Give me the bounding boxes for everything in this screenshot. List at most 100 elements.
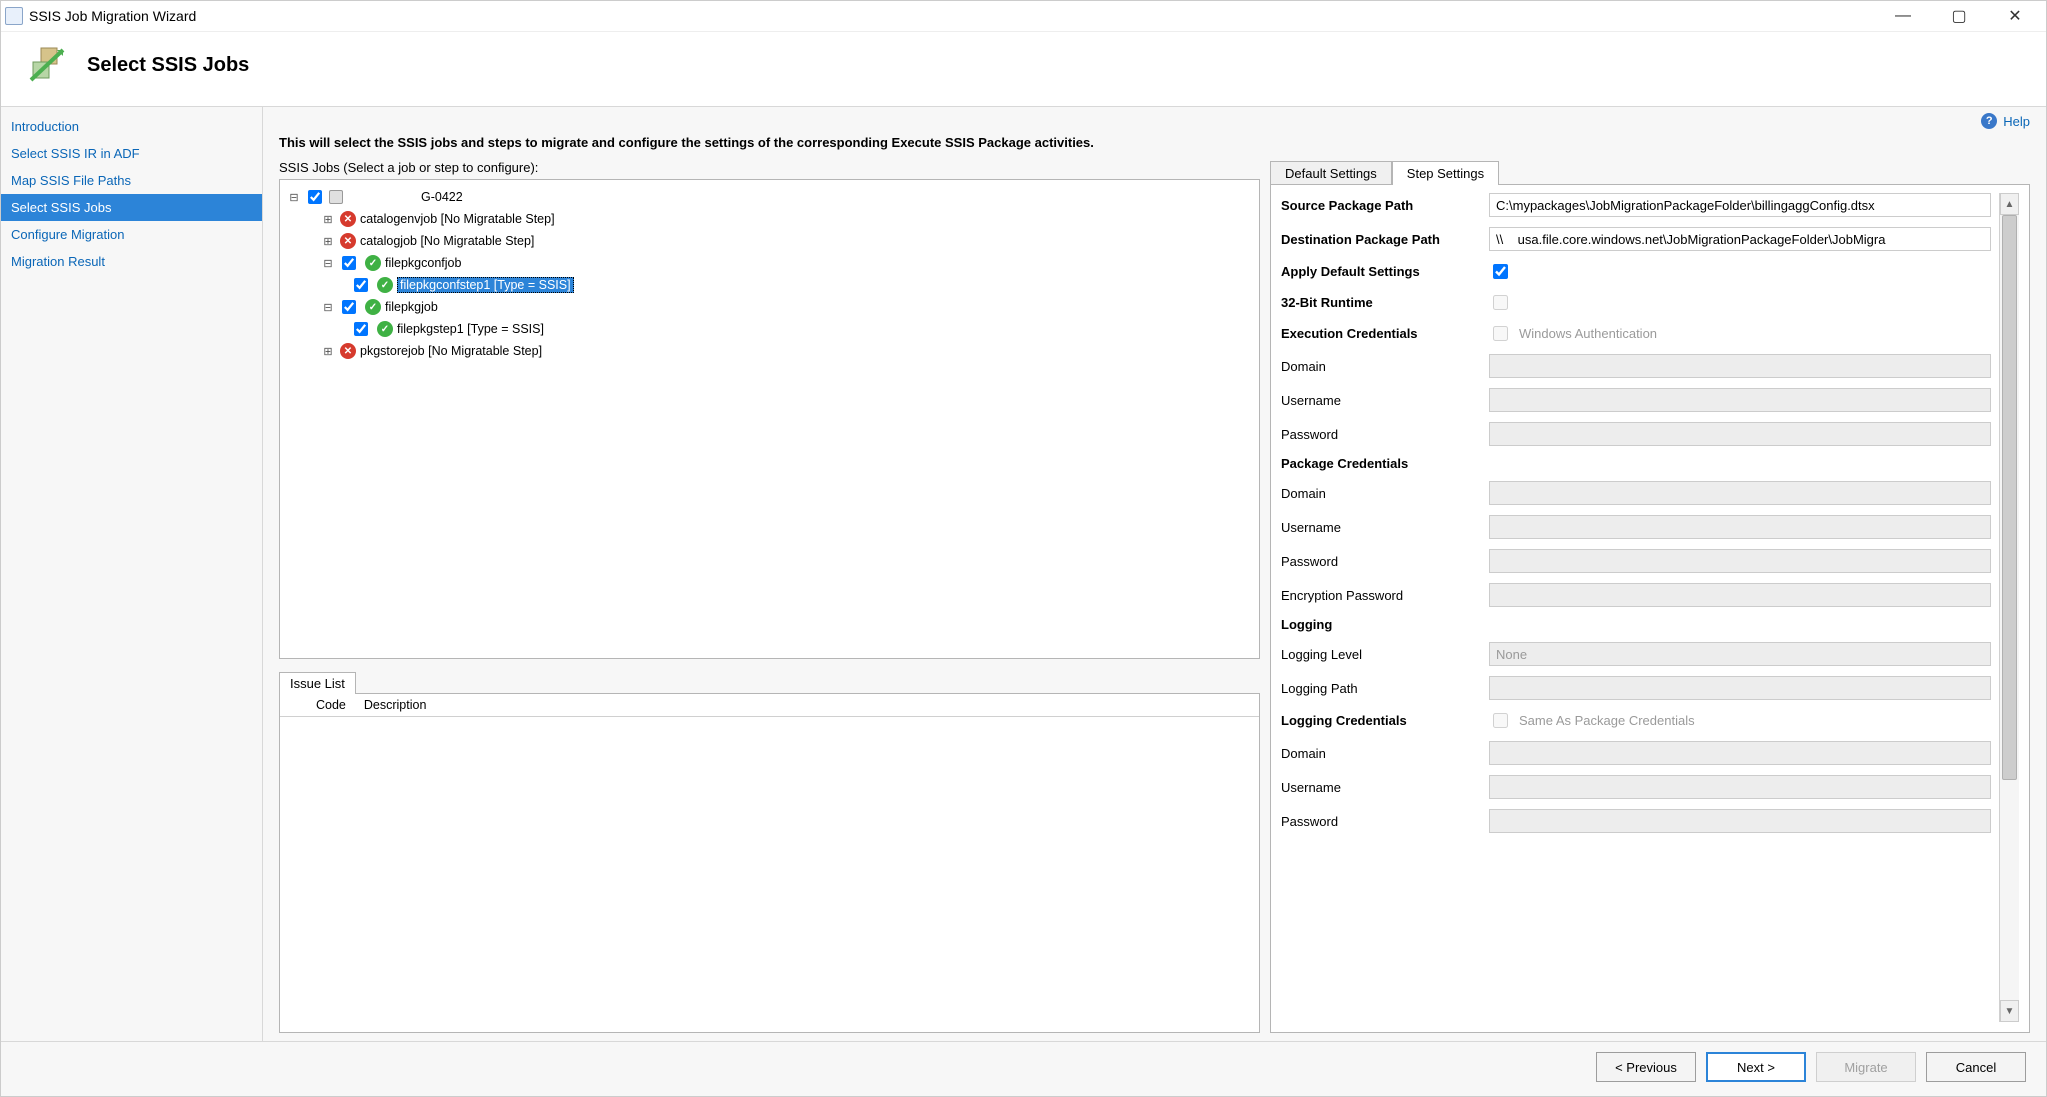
error-icon xyxy=(340,233,356,249)
logging-level-select[interactable] xyxy=(1489,642,1991,666)
window-title: SSIS Job Migration Wizard xyxy=(29,8,196,24)
error-icon xyxy=(340,343,356,359)
root-checkbox[interactable] xyxy=(308,190,322,204)
tree-step-filepkgconfstep1[interactable]: filepkgconfstep1 [Type = SSIS] xyxy=(288,274,1249,296)
pkg-username-input[interactable] xyxy=(1489,515,1991,539)
scroll-thumb[interactable] xyxy=(2002,215,2017,780)
exec-domain-input[interactable] xyxy=(1489,354,1991,378)
pkg-domain-input[interactable] xyxy=(1489,481,1991,505)
logging-level-label: Logging Level xyxy=(1281,647,1489,662)
logging-label: Logging xyxy=(1281,617,1489,632)
issue-list-tab: Issue List xyxy=(279,672,356,694)
issue-col-code: Code xyxy=(316,698,346,712)
collapse-icon[interactable]: ⊟ xyxy=(322,301,334,314)
ok-icon xyxy=(365,299,381,315)
tree-step-label: filepkgconfstep1 [Type = SSIS] xyxy=(397,277,574,293)
help-icon[interactable]: ? xyxy=(1981,113,1997,129)
error-icon xyxy=(340,211,356,227)
collapse-icon[interactable]: ⊟ xyxy=(322,257,334,270)
maximize-icon[interactable]: ▢ xyxy=(1936,5,1982,27)
app-icon xyxy=(5,7,23,25)
bit32-checkbox[interactable] xyxy=(1493,295,1508,310)
tree-job-catalogenvjob[interactable]: ⊞ catalogenvjob [No Migratable Step] xyxy=(288,208,1249,230)
scroll-track[interactable] xyxy=(2000,215,2019,1000)
tree-job-catalogjob[interactable]: ⊞ catalogjob [No Migratable Step] xyxy=(288,230,1249,252)
tree-step-filepkgstep1[interactable]: filepkgstep1 [Type = SSIS] xyxy=(288,318,1249,340)
enc-password-input[interactable] xyxy=(1489,583,1991,607)
close-icon[interactable]: ✕ xyxy=(1992,5,2038,27)
expand-icon[interactable]: ⊞ xyxy=(322,345,334,358)
tree-item-label: filepkgjob xyxy=(385,300,438,314)
logging-cred-checkbox[interactable] xyxy=(1493,713,1508,728)
log-username-input[interactable] xyxy=(1489,775,1991,799)
pkg-cred-label: Package Credentials xyxy=(1281,456,1489,471)
step-checkbox[interactable] xyxy=(354,278,368,292)
logging-path-input[interactable] xyxy=(1489,676,1991,700)
apply-defaults-label: Apply Default Settings xyxy=(1281,264,1489,279)
help-link[interactable]: Help xyxy=(2003,114,2030,129)
instruction-text: This will select the SSIS jobs and steps… xyxy=(263,131,2046,160)
issue-list[interactable]: Code Description xyxy=(279,693,1260,1033)
issue-col-description: Description xyxy=(364,698,427,712)
tree-root[interactable]: ⊟ G-0422 xyxy=(288,186,1249,208)
exec-password-label: Password xyxy=(1281,427,1489,442)
exec-cred-checkbox[interactable] xyxy=(1493,326,1508,341)
exec-cred-label: Execution Credentials xyxy=(1281,326,1489,341)
minimize-icon[interactable]: — xyxy=(1880,5,1926,27)
tree-root-label: G-0422 xyxy=(421,190,463,204)
step-checkbox[interactable] xyxy=(354,322,368,336)
cancel-button[interactable]: Cancel xyxy=(1926,1052,2026,1082)
sidebar-item-select-ir[interactable]: Select SSIS IR in ADF xyxy=(1,140,262,167)
page-header: Select SSIS Jobs xyxy=(1,32,2046,106)
sidebar-item-migration-result[interactable]: Migration Result xyxy=(1,248,262,275)
vertical-scrollbar[interactable]: ▲ ▼ xyxy=(1999,193,2019,1022)
migrate-button[interactable]: Migrate xyxy=(1816,1052,1916,1082)
enc-password-label: Encryption Password xyxy=(1281,588,1489,603)
pkg-password-label: Password xyxy=(1281,554,1489,569)
ok-icon xyxy=(365,255,381,271)
page-title: Select SSIS Jobs xyxy=(87,54,249,77)
step-settings-panel: Source Package Path Destination Package … xyxy=(1270,184,2030,1033)
footer-buttons: < Previous Next > Migrate Cancel xyxy=(1,1041,2046,1096)
exec-username-input[interactable] xyxy=(1489,388,1991,412)
sidebar-item-configure-migration[interactable]: Configure Migration xyxy=(1,221,262,248)
scroll-down-icon[interactable]: ▼ xyxy=(2000,1000,2019,1022)
exec-domain-label: Domain xyxy=(1281,359,1489,374)
log-password-input[interactable] xyxy=(1489,809,1991,833)
tree-item-label: catalogjob [No Migratable Step] xyxy=(360,234,534,248)
tree-job-filepkgjob[interactable]: ⊟ filepkgjob xyxy=(288,296,1249,318)
dest-path-input[interactable] xyxy=(1489,227,1991,251)
bit32-label: 32-Bit Runtime xyxy=(1281,295,1489,310)
tab-default-settings[interactable]: Default Settings xyxy=(1270,161,1392,185)
collapse-icon[interactable]: ⊟ xyxy=(288,191,300,204)
dest-path-label: Destination Package Path xyxy=(1281,232,1489,247)
tab-step-settings[interactable]: Step Settings xyxy=(1392,161,1499,185)
job-checkbox[interactable] xyxy=(342,300,356,314)
jobs-tree[interactable]: ⊟ G-0422 ⊞ catalogenvjob [No Migratable … xyxy=(279,179,1260,659)
tree-job-filepkgconfjob[interactable]: ⊟ filepkgconfjob xyxy=(288,252,1249,274)
server-icon xyxy=(329,190,343,204)
logging-path-label: Logging Path xyxy=(1281,681,1489,696)
tree-item-label: filepkgconfjob xyxy=(385,256,461,270)
sidebar-item-select-jobs[interactable]: Select SSIS Jobs xyxy=(1,194,262,221)
tree-job-pkgstorejob[interactable]: ⊞ pkgstorejob [No Migratable Step] xyxy=(288,340,1249,362)
logging-cred-label: Logging Credentials xyxy=(1281,713,1489,728)
sidebar-item-map-paths[interactable]: Map SSIS File Paths xyxy=(1,167,262,194)
sidebar: Introduction Select SSIS IR in ADF Map S… xyxy=(1,106,263,1041)
source-path-input[interactable] xyxy=(1489,193,1991,217)
tree-item-label: catalogenvjob [No Migratable Step] xyxy=(360,212,555,226)
wizard-icon xyxy=(23,42,69,88)
exec-password-input[interactable] xyxy=(1489,422,1991,446)
pkg-username-label: Username xyxy=(1281,520,1489,535)
log-domain-input[interactable] xyxy=(1489,741,1991,765)
tree-caption: SSIS Jobs (Select a job or step to confi… xyxy=(279,160,1260,175)
apply-defaults-checkbox[interactable] xyxy=(1493,264,1508,279)
expand-icon[interactable]: ⊞ xyxy=(322,235,334,248)
job-checkbox[interactable] xyxy=(342,256,356,270)
scroll-up-icon[interactable]: ▲ xyxy=(2000,193,2019,215)
sidebar-item-introduction[interactable]: Introduction xyxy=(1,113,262,140)
previous-button[interactable]: < Previous xyxy=(1596,1052,1696,1082)
expand-icon[interactable]: ⊞ xyxy=(322,213,334,226)
next-button[interactable]: Next > xyxy=(1706,1052,1806,1082)
pkg-password-input[interactable] xyxy=(1489,549,1991,573)
